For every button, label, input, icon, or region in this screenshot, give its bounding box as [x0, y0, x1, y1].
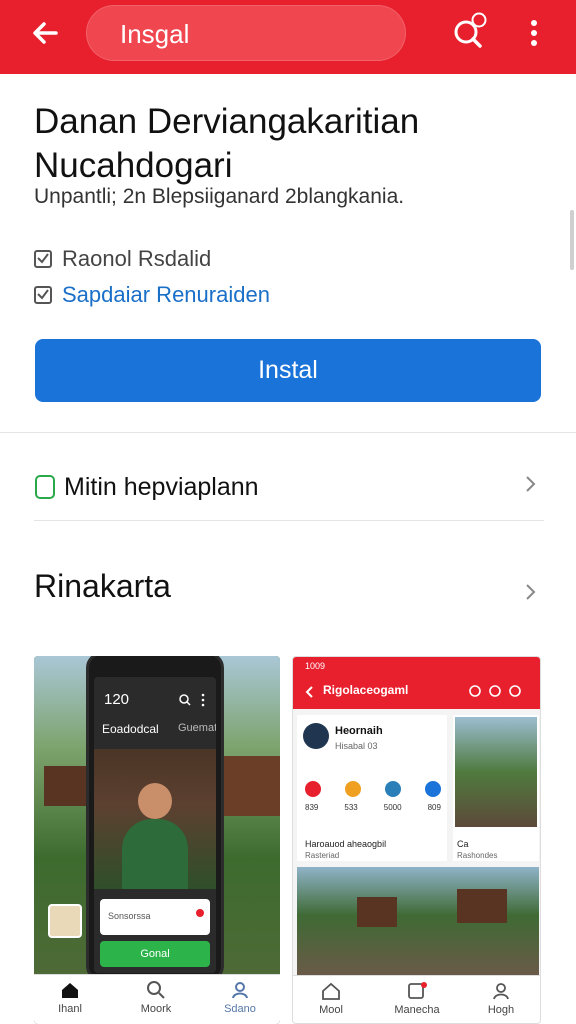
house-image	[224, 756, 280, 816]
app-subtitle: Unpantli; 2n Blepsiiganard 2blangkania.	[34, 185, 405, 208]
screenshot-2[interactable]: 1009 Rigolaceogaml Heornaih Hisabal 03 8…	[292, 656, 541, 1024]
avatar	[303, 723, 329, 749]
phone-header-right: Guemat	[178, 722, 216, 734]
scrollbar[interactable]	[570, 210, 574, 270]
back-arrow-icon	[305, 686, 313, 698]
crowd-photo-image	[297, 867, 539, 975]
stat-icon	[385, 781, 401, 797]
screenshot-2-header: 1009 Rigolaceogaml	[293, 657, 540, 709]
nav-home: Ihanl	[40, 979, 100, 1015]
caption: Haroauod aheaogbil	[305, 839, 387, 849]
screenshot-2-bottom-nav: Mool Manecha Hogh	[293, 975, 540, 1023]
heart-icon	[196, 909, 204, 917]
nav-profile-label: Hogh	[487, 1004, 515, 1016]
phone-header-left: Eoadodcal	[102, 722, 159, 736]
search-icon	[147, 981, 165, 999]
divider	[34, 520, 544, 521]
stats-values: 839 533 5000 809	[305, 803, 441, 812]
house-image	[44, 766, 90, 806]
phone-card-text: Sonsorssa	[108, 911, 151, 921]
back-arrow-icon[interactable]	[26, 14, 66, 54]
install-button[interactable]: Instal	[35, 339, 541, 402]
face-image	[138, 783, 172, 819]
caption-right: Ca	[457, 839, 469, 849]
phone-screen: 120 Eoadodcal Guemat Sonsorssa Gonal	[94, 677, 216, 973]
permissions-row[interactable]: Mitin hepviaplann	[0, 462, 576, 512]
nav-home-label: Mool	[319, 1004, 343, 1016]
nav-profile: Sdano	[210, 979, 270, 1015]
nav-search: Moork	[126, 979, 186, 1015]
checkbox-icon	[34, 286, 52, 304]
nav-home: Mool	[301, 980, 361, 1016]
app-title: Danan Derviangakaritian Nucahdogari	[34, 102, 420, 185]
checkbox-icon	[34, 250, 52, 268]
feature-check-1-label: Raonol Rsdalid	[62, 246, 212, 271]
stat-icon	[305, 781, 321, 797]
more-options-icon[interactable]	[520, 14, 548, 54]
feature-check-1: Raonol Rsdalid	[34, 244, 211, 274]
stat-icon	[345, 781, 361, 797]
home-icon	[62, 983, 78, 998]
phone-mockup: 120 Eoadodcal Guemat Sonsorssa Gonal	[86, 656, 224, 982]
top-app-bar: Insgal	[0, 0, 576, 74]
screenshots-section-title[interactable]: Rinakarta	[34, 568, 171, 605]
screenshot-1-bottom-nav: Ihanl Moork Sdano	[34, 974, 280, 1024]
screenshot-2-feed: Heornaih Hisabal 03 839 533 5000 809 Har…	[293, 709, 540, 975]
shield-icon	[35, 475, 55, 499]
screenshot-1[interactable]: 120 Eoadodcal Guemat Sonsorssa Gonal Iha…	[34, 656, 280, 1024]
phone-card: Sonsorssa	[100, 899, 210, 935]
nav-profile: Hogh	[471, 980, 531, 1016]
stat-value: 5000	[383, 803, 402, 812]
toolbar-icons	[469, 685, 521, 697]
sub-caption-right: Rashondes	[457, 851, 498, 860]
search-input-text: Insgal	[120, 19, 190, 49]
phone-clock: 120	[104, 691, 130, 708]
screenshot-2-title: Rigolaceogaml	[323, 683, 409, 697]
nav-profile-label: Sdano	[224, 1003, 256, 1015]
sub-caption: Rasteriad	[305, 851, 340, 860]
home-icon	[322, 982, 340, 1000]
nav-messages: Manecha	[387, 980, 447, 1016]
nav-search-label: Moork	[140, 1003, 172, 1015]
profile-name: Heornaih	[335, 725, 383, 737]
person-photo	[94, 749, 216, 889]
message-icon	[408, 982, 427, 999]
feature-check-2-label: Sapdaiar Renuraiden	[62, 282, 270, 307]
tropical-scene-image	[455, 717, 537, 827]
photo-card: Ca Rashondes	[453, 715, 539, 861]
more-options-icon	[201, 693, 205, 707]
permissions-row-label: Mitin hepviaplann	[64, 473, 259, 501]
stat-value: 839	[305, 803, 319, 812]
stat-value: 533	[344, 803, 358, 812]
search-input[interactable]: Insgal	[86, 5, 406, 61]
status-bar-text: 1009	[305, 661, 326, 671]
profile-card: Heornaih Hisabal 03 839 533 5000 809 Har…	[297, 715, 447, 861]
chevron-right-icon	[520, 474, 540, 494]
divider	[0, 432, 576, 433]
phone-green-button: Gonal	[100, 941, 210, 967]
nav-messages-label: Manecha	[394, 1004, 440, 1016]
house-image	[457, 889, 507, 923]
stat-icon	[425, 781, 441, 797]
search-icon	[179, 694, 191, 706]
profile-icon	[232, 982, 248, 999]
search-icon[interactable]	[446, 10, 492, 56]
clothing-image	[122, 819, 188, 889]
nav-home-label: Ihanl	[58, 1003, 82, 1015]
stat-value: 809	[427, 803, 441, 812]
stats-row	[305, 781, 441, 797]
profile-sub: Hisabal 03	[335, 741, 378, 751]
avatar	[48, 904, 82, 938]
feature-check-2[interactable]: Sapdaiar Renuraiden	[34, 280, 270, 310]
house-image	[357, 897, 397, 927]
profile-icon	[493, 983, 509, 1000]
chevron-right-icon[interactable]	[520, 582, 540, 602]
